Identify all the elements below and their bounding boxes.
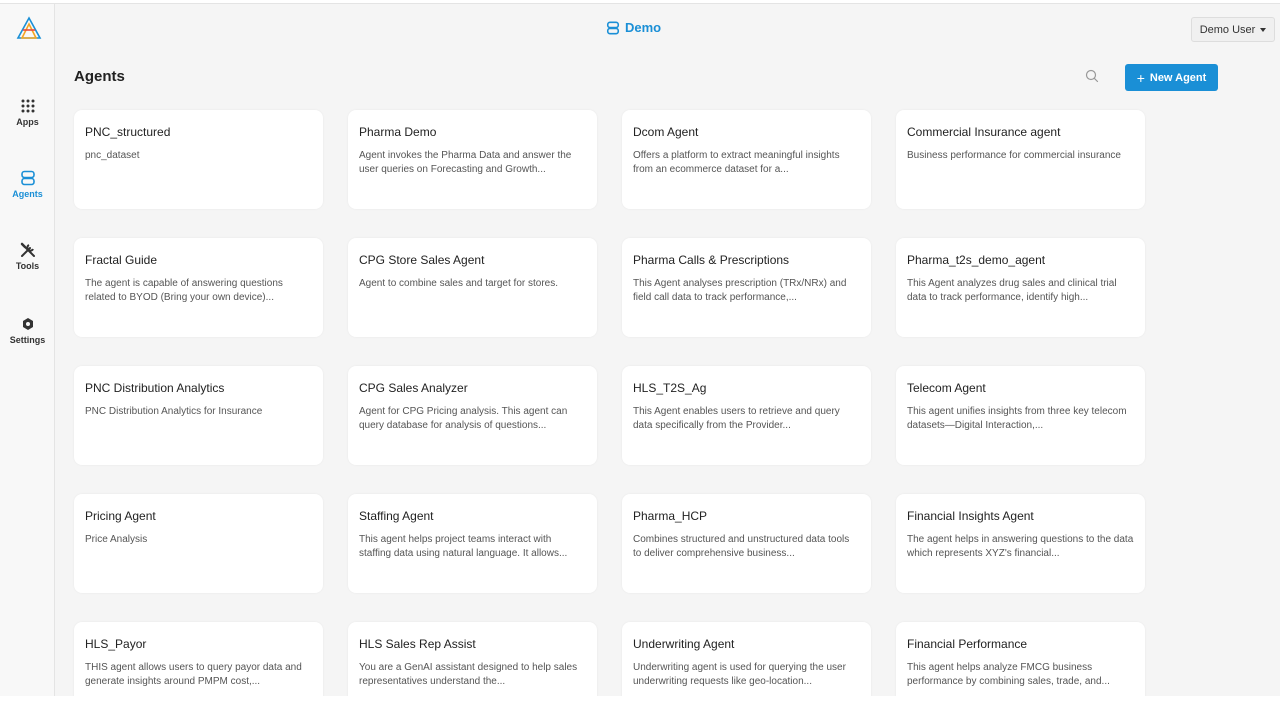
agent-card-title: PNC_structured [85, 125, 171, 139]
agent-card-description: You are a GenAI assistant designed to he… [359, 662, 578, 687]
agent-card-description: THIS agent allows users to query payor d… [85, 662, 302, 687]
agent-card-title: Pharma Demo [359, 125, 437, 139]
agent-card-description: Agent invokes the Pharma Data and answer… [359, 150, 572, 175]
agent-card-title: Pharma Calls & Prescriptions [633, 253, 790, 267]
agent-card[interactable]: Commercial Insurance agent Business perfo… [896, 110, 1145, 209]
agents-icon [20, 170, 35, 186]
agent-card-description: This Agent analyses prescription (TRx/NR… [633, 278, 847, 303]
new-agent-button[interactable]: + New Agent [1125, 64, 1218, 91]
agent-card[interactable]: Pharma_HCP Combines structured and unstru… [622, 494, 871, 593]
header: Demo Demo User [56, 4, 1280, 52]
agent-card-description: PNC Distribution Analytics for Insurance [85, 406, 263, 417]
sidebar: Apps Agents Tools Settings [0, 4, 55, 696]
bottom-edge [0, 696, 1280, 720]
user-name: Demo User [1199, 23, 1256, 36]
agent-card-description: Offers a platform to extract meaningful … [633, 150, 840, 175]
agent-card[interactable]: CPG Sales Analyzer Agent for CPG Pricing … [348, 366, 597, 465]
new-agent-label: New Agent [1149, 71, 1207, 84]
plus-icon: + [1136, 69, 1145, 86]
workspace-title[interactable]: Demo [606, 20, 726, 35]
agent-card-description: This agent helps project teams interact … [359, 534, 568, 559]
agent-card-title: Pharma_t2s_demo_agent [907, 253, 1046, 267]
agent-card-title: Staffing Agent [359, 509, 434, 523]
agent-card-description: Agent to combine sales and target for st… [359, 278, 558, 289]
sidebar-item-label: Agents [12, 189, 43, 199]
sidebar-item-label: Apps [16, 117, 39, 127]
agent-card[interactable]: PNC_structured pnc_dataset [74, 110, 323, 209]
sidebar-item-label: Settings [9, 335, 46, 345]
agent-card[interactable]: Financial Insights Agent The agent helps … [896, 494, 1145, 593]
agent-card-title: Pharma_HCP [633, 509, 708, 523]
agent-card[interactable]: Staffing Agent This agent helps project t… [348, 494, 597, 593]
agent-card-title: HLS_T2S_Ag [633, 381, 707, 395]
agent-card-description: Combines structured and unstructured dat… [633, 534, 850, 559]
agent-card-description: The agent is capable of answering questi… [85, 278, 283, 303]
agent-card-title: CPG Sales Analyzer [359, 381, 468, 395]
agent-card[interactable]: Telecom Agent This agent unifies insights… [896, 366, 1145, 465]
agent-grid: PNC_structured pnc_dataset Pharma Demo Agen… [74, 110, 1146, 720]
agent-card-title: CPG Store Sales Agent [359, 253, 485, 267]
sidebar-item-settings[interactable]: Settings [0, 316, 55, 345]
user-menu-dropdown[interactable]: Demo User [1191, 17, 1275, 42]
agent-card-description: Underwriting agent is used for querying … [633, 662, 846, 687]
agent-card-description: This agent unifies insights from three k… [907, 406, 1127, 431]
apps-grid-icon [21, 99, 34, 113]
search-icon[interactable] [1084, 68, 1100, 84]
settings-icon [22, 318, 33, 330]
agent-card-description: This agent helps analyze FMCG business p… [907, 662, 1110, 687]
agent-card-title: PNC Distribution Analytics [85, 381, 225, 395]
agent-card-title: Financial Insights Agent [907, 509, 1034, 523]
agent-card-description: This Agent analyzes drug sales and clini… [907, 278, 1117, 303]
agent-card[interactable]: PNC Distribution Analytics PNC Distributi… [74, 366, 323, 465]
agent-card-title: Commercial Insurance agent [907, 125, 1061, 139]
agent-card-title: HLS Sales Rep Assist [359, 637, 476, 651]
logo-icon[interactable] [16, 16, 42, 42]
sidebar-item-label: Tools [15, 261, 40, 271]
sidebar-item-agents[interactable]: Agents [0, 170, 55, 199]
agent-card-title: Dcom Agent [633, 125, 699, 139]
sidebar-item-tools[interactable]: Tools [0, 242, 55, 271]
agent-card-description: Business performance for commercial insu… [907, 150, 1121, 161]
workspace-title-label: Demo [625, 20, 662, 35]
agent-card-title: HLS_Payor [85, 637, 147, 651]
agent-card[interactable]: HLS_T2S_Ag This Agent enables users to re… [622, 366, 871, 465]
app-root: Apps Agents Tools Settings Demo Demo Use… [0, 0, 1280, 720]
agent-card[interactable]: Pharma Demo Agent invokes the Pharma Data… [348, 110, 597, 209]
agent-card-description: Agent for CPG Pricing analysis. This age… [359, 406, 568, 431]
agent-card-title: Telecom Agent [907, 381, 986, 395]
agent-card-title: Financial Performance [907, 637, 1028, 651]
agent-card-description: This Agent enables users to retrieve and… [633, 406, 840, 431]
agent-card-description: Price Analysis [85, 534, 148, 545]
page-title: Agents [74, 68, 125, 85]
agent-card[interactable]: Pricing Agent Price Analysis [74, 494, 323, 593]
tools-icon [20, 242, 35, 257]
agents-icon [606, 21, 620, 34]
agent-card[interactable]: Pharma_t2s_demo_agent This Agent analyzes… [896, 238, 1145, 337]
agent-card[interactable]: Pharma Calls & Prescriptions This Agent a… [622, 238, 871, 337]
agent-card[interactable]: Fractal Guide The agent is capable of ans… [74, 238, 323, 337]
sidebar-item-apps[interactable]: Apps [0, 98, 55, 127]
agent-card-title: Fractal Guide [85, 253, 158, 267]
agent-card[interactable]: CPG Store Sales Agent Agent to combine sa… [348, 238, 597, 337]
agent-card[interactable]: Dcom Agent Offers a platform to extract m… [622, 110, 871, 209]
agent-card-description: The agent helps in answering questions t… [907, 534, 1134, 559]
agent-card-description: pnc_dataset [85, 150, 140, 161]
agent-card-title: Pricing Agent [85, 509, 156, 523]
agent-card-title: Underwriting Agent [633, 637, 735, 651]
chevron-down-icon [1260, 27, 1267, 32]
